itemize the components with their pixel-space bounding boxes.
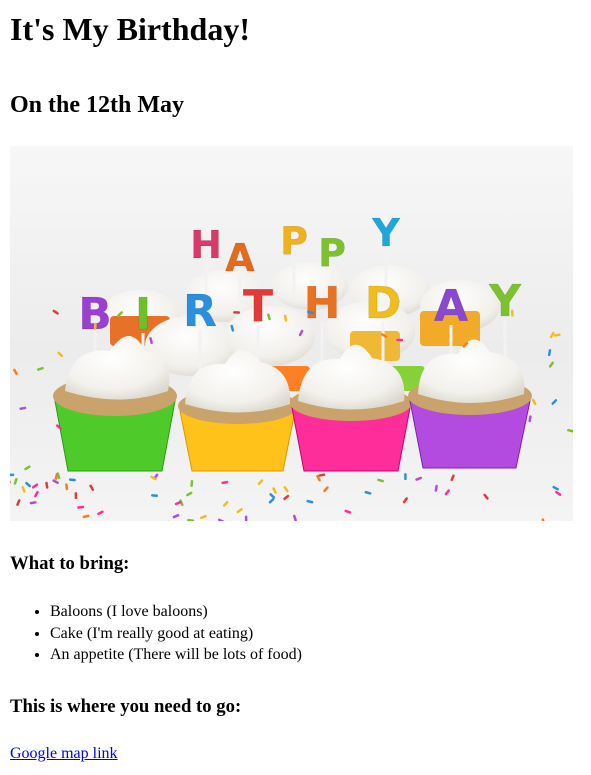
candle-stick: [292, 258, 296, 298]
sprinkle: [10, 473, 15, 477]
birthday-cupcakes-image: HAPPY BIRTHDAY: [10, 146, 573, 521]
candle-letter: Y: [371, 211, 400, 255]
page-title: It's My Birthday!: [10, 11, 250, 47]
sprinkle: [404, 473, 407, 481]
list-item: An appetite (There will be lots of food): [50, 644, 302, 666]
candle-letter: P: [318, 231, 346, 275]
page-content: It's My Birthday! On the 12th May H A P …: [0, 11, 591, 762]
list-item: Cake (I'm really good at eating): [50, 623, 302, 645]
what-to-bring-heading: What to bring:: [10, 553, 130, 574]
sprinkle: [233, 311, 241, 314]
candle-letter: D: [365, 278, 402, 329]
sprinkle: [510, 309, 514, 317]
sprinkle: [396, 338, 404, 342]
candle-letter: A: [225, 236, 255, 280]
date-heading: On the 12th May: [10, 92, 184, 118]
cupcakes-illustration: HAPPY BIRTHDAY: [10, 146, 573, 521]
directions-heading: This is where you need to go:: [10, 696, 242, 717]
bring-list: Baloons (I love baloons) Cake (I'm reall…: [10, 601, 302, 666]
candle-letter: P: [280, 219, 308, 263]
candle-letter: Y: [488, 276, 522, 327]
candle-letter: T: [243, 281, 273, 332]
list-item: Baloons (I love baloons): [50, 601, 302, 623]
sprinkle: [93, 322, 97, 330]
candle-letter: B: [78, 289, 112, 340]
sprinkle: [151, 494, 159, 497]
sprinkle: [74, 492, 78, 500]
candle-stick: [238, 275, 242, 315]
sprinkle: [244, 515, 248, 521]
candle-letter: R: [183, 286, 217, 337]
candle-letter: A: [434, 281, 468, 332]
candle-letter: H: [304, 278, 341, 329]
candle-letter: H: [190, 223, 222, 267]
google-map-link[interactable]: Google map link: [10, 744, 118, 764]
candle-letter: I: [135, 289, 151, 340]
